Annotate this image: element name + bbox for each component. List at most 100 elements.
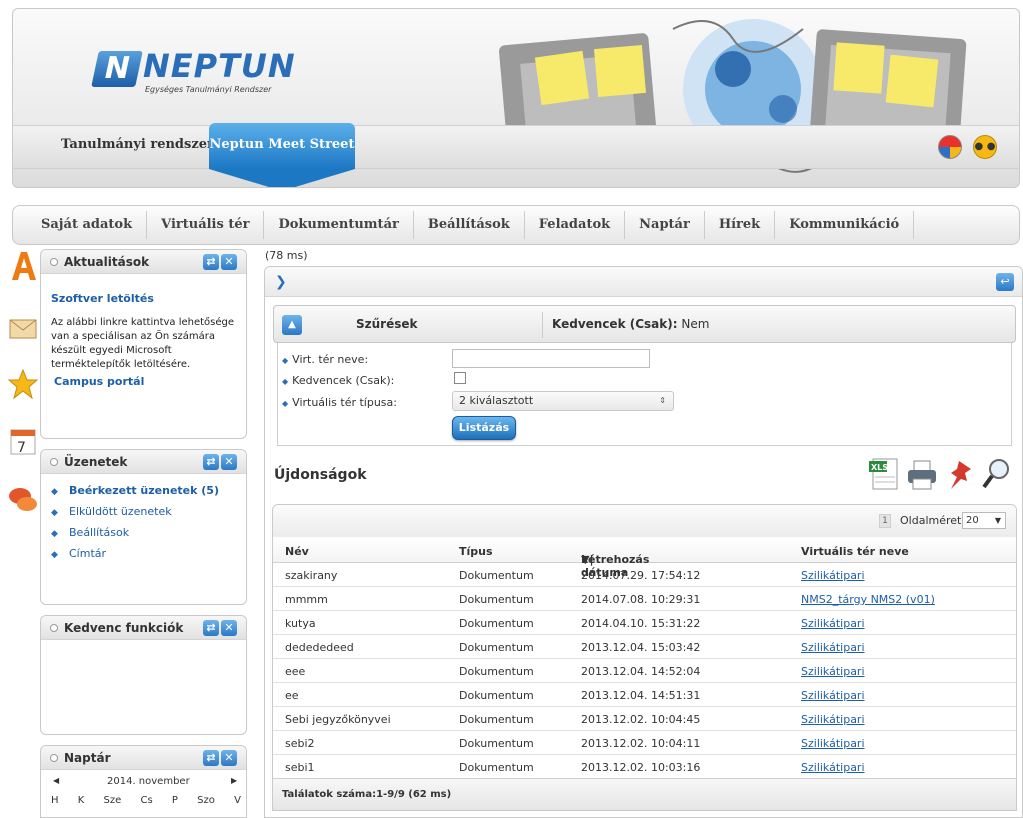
page-timing: (78 ms) (265, 249, 308, 262)
cell-space-link[interactable]: Szilikátipari (801, 689, 865, 702)
table-row[interactable]: eee Dokumentum 2013.12.04. 14:52:04 Sziliká… (273, 659, 1016, 683)
column-header-space-name[interactable]: Virtuális tér neve (801, 545, 909, 558)
next-month-icon[interactable]: ▶ (231, 776, 237, 785)
close-icon[interactable]: ✕ (221, 620, 237, 636)
cell-created: 2014.07.29. 17:54:12 (581, 569, 701, 582)
menu-item-own-data[interactable]: Saját adatok (27, 211, 148, 239)
favorites-only-checkbox[interactable] (454, 372, 466, 384)
page-number[interactable]: 1 (879, 514, 891, 528)
cell-space-link[interactable]: Szilikátipari (801, 737, 865, 750)
cell-type: Dokumentum (459, 713, 534, 726)
calendar-month: 2014. november (107, 776, 190, 787)
search-icon[interactable] (979, 455, 1013, 493)
cell-created: 2013.12.02. 10:04:11 (581, 737, 701, 750)
filter-favorites-label: Kedvencek (Csak): (552, 317, 678, 331)
back-icon[interactable]: ↩ (996, 273, 1014, 291)
column-header-type[interactable]: Típus (459, 545, 493, 558)
logo-name: NEPTUN (143, 47, 296, 85)
menu-item-settings[interactable]: Beállítások (414, 211, 525, 239)
menu-item-news[interactable]: Hírek (705, 211, 776, 239)
chat-icon[interactable] (8, 484, 38, 516)
type-field-row: ◆ Virtuális tér típusa: (282, 396, 397, 409)
refresh-icon[interactable]: ⇄ (203, 254, 219, 270)
panel-bullet-icon (50, 458, 58, 466)
star-icon[interactable] (8, 368, 38, 400)
tab-study-system[interactable]: Tanulmányi rendszer (61, 137, 214, 152)
cell-created: 2014.04.10. 15:31:22 (581, 617, 701, 630)
cell-name: eee (285, 665, 306, 678)
weekday-label: Szo (197, 795, 215, 806)
main-panel: ❯ ↩ ▲ Szűrések Kedvencek (Csak): Nem ◆ Vi… (264, 266, 1023, 818)
cell-space-link[interactable]: Szilikátipari (801, 617, 865, 630)
table-row[interactable]: ee Dokumentum 2013.12.04. 14:51:31 Szilikát… (273, 683, 1016, 707)
messages-item-label: Beérkezett üzenetek (5) (69, 484, 219, 497)
diamond-bullet-icon: ◆ (51, 508, 58, 518)
neptun-logo-mark: N (91, 51, 143, 87)
campus-portal-link[interactable]: Campus portál (54, 375, 144, 388)
grid-toolbar: XLS (867, 455, 1017, 495)
logo-subtitle: Egységes Tanulmányi Rendszer (145, 85, 272, 94)
news-panel-title: Aktualitások (64, 255, 150, 269)
table-row[interactable]: sebi1 Dokumentum 2013.12.02. 10:03:16 Szili… (273, 755, 1016, 779)
cell-created: 2014.07.08. 10:29:31 (581, 593, 701, 606)
messages-item-settings[interactable]: ◆ Beállítások (51, 526, 219, 547)
menu-item-virtual-space[interactable]: Virtuális tér (147, 211, 265, 239)
cell-space-link[interactable]: Szilikátipari (801, 761, 865, 774)
prev-month-icon[interactable]: ◀ (53, 776, 59, 785)
virtual-space-type-select[interactable]: 2 kiválasztott ⇕ (452, 391, 674, 411)
mail-icon[interactable] (8, 310, 38, 342)
table-row[interactable]: sebi2 Dokumentum 2013.12.02. 10:04:11 Szili… (273, 731, 1016, 755)
column-header-name[interactable]: Név (285, 545, 309, 558)
cell-space-link[interactable]: Szilikátipari (801, 569, 865, 582)
cell-name: szakirany (285, 569, 338, 582)
table-row[interactable]: kutya Dokumentum 2014.04.10. 15:31:22 Szili… (273, 611, 1016, 635)
menu-item-document-library[interactable]: Dokumentumtár (264, 211, 414, 239)
virtual-space-name-input[interactable] (452, 349, 650, 368)
neptun-logo[interactable]: N NEPTUN Egységes Tanulmányi Rendszer (91, 47, 296, 97)
refresh-icon[interactable]: ⇄ (203, 750, 219, 766)
menu-item-communication[interactable]: Kommunikáció (775, 211, 915, 239)
filter-favorites-summary: Kedvencek (Csak): Nem (552, 317, 709, 331)
results-count: Találatok száma:1-9/9 (62 ms) (282, 789, 452, 800)
table-row[interactable]: szakirany Dokumentum 2014.07.29. 17:54:12 S… (273, 563, 1016, 587)
grid-footer: Találatok száma:1-9/9 (62 ms) (273, 778, 1016, 810)
print-icon[interactable] (905, 455, 939, 493)
accessibility-icon[interactable]: ● ● (973, 135, 997, 159)
pin-icon[interactable] (943, 455, 977, 493)
table-row[interactable]: dedededeed Dokumentum 2013.12.04. 15:03:42… (273, 635, 1016, 659)
table-row[interactable]: Sebi jegyzőkönyvei Dokumentum 2013.12.02. … (273, 707, 1016, 731)
news-panel-header: Aktualitások ⇄ ✕ (41, 250, 246, 274)
messages-item-label: Címtár (69, 547, 107, 560)
refresh-icon[interactable]: ⇄ (203, 454, 219, 470)
close-icon[interactable]: ✕ (221, 750, 237, 766)
select-arrows-icon: ⇕ (659, 396, 666, 405)
diamond-bullet-icon: ◆ (282, 399, 289, 408)
refresh-icon[interactable]: ⇄ (203, 620, 219, 636)
messages-item-inbox[interactable]: ◆ Beérkezett üzenetek (5) (51, 484, 219, 505)
color-theme-icon[interactable] (938, 135, 962, 159)
chevron-right-icon[interactable]: ❯ (275, 274, 287, 290)
close-icon[interactable]: ✕ (221, 254, 237, 270)
cell-type: Dokumentum (459, 761, 534, 774)
calendar-panel: Naptár ⇄ ✕ ◀ 2014. november ▶ H K Sze Cs… (40, 745, 247, 818)
list-button[interactable]: Listázás (452, 416, 516, 440)
tab-meet-street[interactable]: Neptun Meet Street (209, 123, 355, 169)
calendar-icon[interactable]: 7 (8, 424, 38, 456)
cell-space-link[interactable]: Szilikátipari (801, 713, 865, 726)
messages-item-sent[interactable]: ◆ Elküldött üzenetek (51, 505, 219, 526)
news-headline[interactable]: Szoftver letöltés (51, 292, 154, 305)
excel-export-icon[interactable]: XLS (867, 455, 901, 493)
messages-item-directory[interactable]: ◆ Címtár (51, 547, 219, 568)
cell-space-link[interactable]: Szilikátipari (801, 665, 865, 678)
table-row[interactable]: mmmm Dokumentum 2014.07.08. 10:29:31 NMS2_t… (273, 587, 1016, 611)
letter-a-icon[interactable] (8, 250, 38, 282)
cell-type: Dokumentum (459, 689, 534, 702)
collapse-filter-icon[interactable]: ▲ (282, 315, 302, 335)
menu-item-tasks[interactable]: Feladatok (525, 211, 626, 239)
cell-space-link[interactable]: Szilikátipari (801, 641, 865, 654)
menu-item-calendar[interactable]: Naptár (625, 211, 705, 239)
close-icon[interactable]: ✕ (221, 454, 237, 470)
page-size-select[interactable]: 20 ▼ (962, 512, 1006, 529)
calendar-panel-title: Naptár (64, 751, 111, 765)
cell-space-link[interactable]: NMS2_tárgy NMS2 (v01) (801, 593, 935, 606)
